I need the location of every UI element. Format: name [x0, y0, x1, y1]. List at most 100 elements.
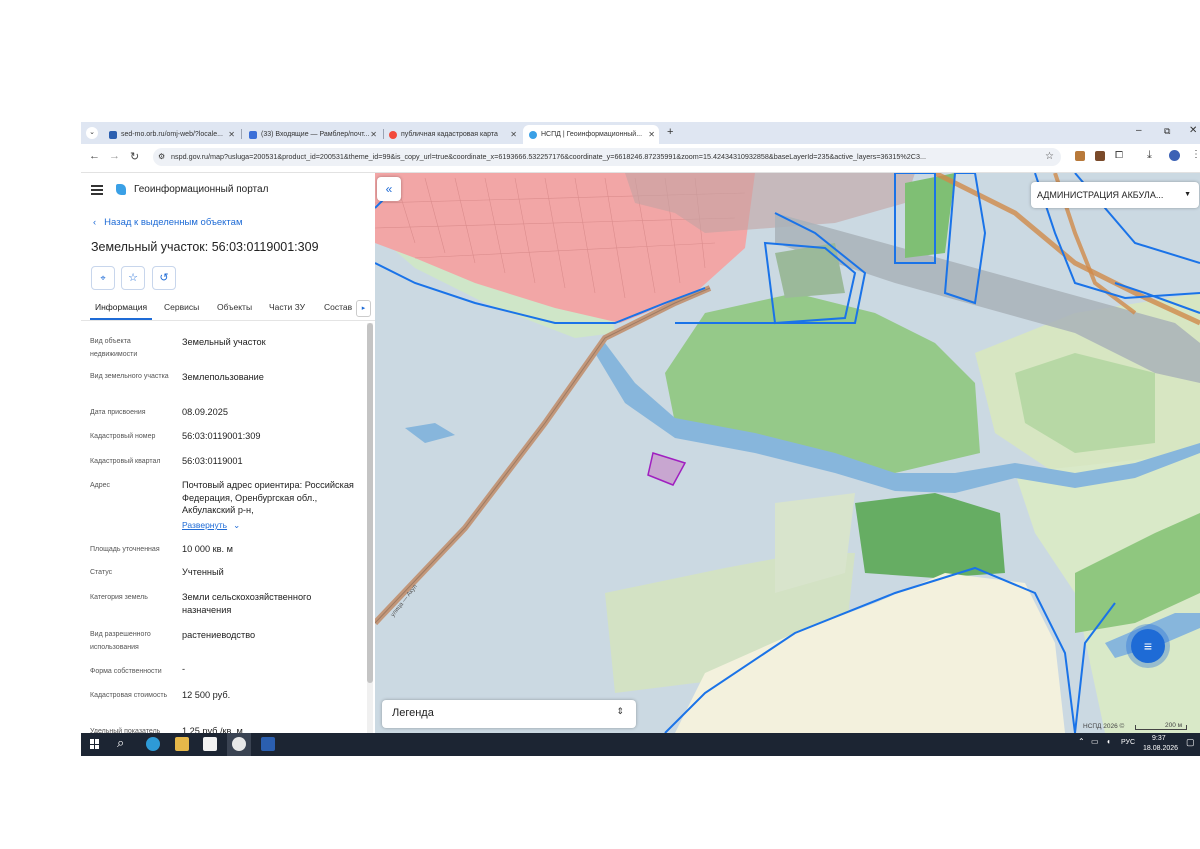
notification-icon[interactable]: ▢: [1186, 737, 1195, 748]
field-label: Дата присвоения: [90, 409, 146, 416]
field-label: Адрес: [90, 482, 111, 489]
close-icon[interactable]: ✕: [228, 130, 235, 139]
tab-parts[interactable]: Части ЗУ: [269, 302, 305, 312]
store-icon[interactable]: [203, 737, 217, 751]
field-label: Вид разрешенного использования: [90, 631, 151, 651]
locate-object-button[interactable]: ⌖: [91, 266, 115, 290]
profile-icon[interactable]: [1169, 150, 1180, 161]
caret-down-icon: ▼: [1184, 191, 1191, 198]
field-label: Статус: [90, 569, 113, 576]
windows-taskbar: ⌕ ⌃ ▭ ◖ РУС 9:37 18.08.2026 ▢: [81, 733, 1200, 756]
sort-arrows-icon: ⇕: [616, 706, 624, 716]
download-icon[interactable]: ⤓: [1147, 149, 1152, 162]
back-arrow-icon[interactable]: ←: [89, 150, 100, 162]
tab-information[interactable]: Информация: [95, 302, 147, 312]
field-value: Почтовый адрес ориентира: Российская Фед…: [182, 480, 354, 515]
map-graphics: [375, 173, 1200, 733]
admin-select[interactable]: АДМИНИСТРАЦИЯ АКБУЛА... ▼: [1031, 182, 1199, 208]
clock-date[interactable]: 18.08.2026: [1143, 745, 1178, 752]
scrollbar-thumb[interactable]: [367, 323, 373, 683]
field-value: 56:03:0119001:309: [182, 431, 261, 441]
chevron-left-icon: ‹: [93, 217, 97, 228]
browser-window: ⌄ sed-mo.orb.ru/omj-web/?locale... ✕ (33…: [81, 122, 1200, 756]
reload-icon[interactable]: ↻: [130, 150, 139, 163]
field-value: Земельный участок: [182, 337, 266, 347]
yandex-icon: [389, 130, 397, 139]
object-info-panel: Геоинформационный портал ‹ Назад к выделе…: [81, 173, 375, 733]
tab-search-button[interactable]: ⌄: [86, 127, 98, 139]
object-title: Земельный участок: 56:03:0119001:309: [91, 240, 319, 254]
field-value: 1,25 руб./кв. м: [182, 726, 243, 733]
tab-yandex-search[interactable]: публичная кадастровая карта ✕: [383, 125, 521, 144]
scrollbar-track[interactable]: [367, 323, 373, 733]
field-value: Земли сельскохозяйственного назначения: [182, 592, 312, 615]
language-indicator[interactable]: РУС: [1121, 739, 1135, 746]
tab-services[interactable]: Сервисы: [164, 302, 199, 312]
forest-area: [775, 243, 845, 298]
menu-dots-icon[interactable]: ⋮: [1191, 149, 1200, 160]
close-window-button[interactable]: ✕: [1189, 125, 1197, 136]
forward-arrow-icon[interactable]: →: [109, 150, 120, 162]
tab-rambler-mail[interactable]: (33) Входящие — Рамблер/почт... ✕: [243, 125, 381, 144]
site-info-icon[interactable]: ⚙: [158, 148, 165, 166]
chevron-down-icon: ⌄: [233, 520, 241, 530]
legend-dropdown[interactable]: Легенда ⇕: [382, 700, 636, 728]
restore-button[interactable]: ⧉: [1164, 126, 1170, 137]
close-icon[interactable]: ✕: [370, 130, 377, 139]
field-value: 56:03:0119001: [182, 456, 243, 466]
detail-tabs: Информация Сервисы Объекты Части ЗУ Сост…: [81, 296, 375, 321]
field-label: Кадастровый квартал: [90, 458, 161, 465]
volume-icon[interactable]: ◖: [1106, 737, 1111, 746]
field-label: Кадастровый номер: [90, 433, 156, 440]
field-label: Категория земель: [90, 594, 148, 601]
new-tab-button[interactable]: +: [667, 126, 673, 138]
tab-objects[interactable]: Объекты: [217, 302, 252, 312]
favorite-button[interactable]: ☆: [121, 266, 145, 290]
field-label: Площадь уточненная: [90, 546, 160, 553]
map-canvas[interactable]: улица — Акул « АДМИНИСТРАЦИЯ АКБУЛА... ▼…: [375, 173, 1200, 733]
field-value: Землепользование: [182, 372, 264, 382]
hamburger-icon[interactable]: [91, 185, 103, 195]
extension-icon[interactable]: [1095, 151, 1105, 161]
field-value: растениеводство: [182, 630, 256, 640]
legend-label: Легенда: [392, 707, 434, 719]
clock-time[interactable]: 9:37: [1152, 735, 1166, 742]
tab-composition[interactable]: Состав: [324, 302, 352, 312]
network-icon[interactable]: ▭: [1091, 737, 1099, 746]
mail-icon: [249, 130, 257, 139]
edge-icon[interactable]: [146, 737, 160, 751]
field-value: 10 000 кв. м: [182, 544, 233, 554]
close-icon[interactable]: ✕: [510, 130, 517, 139]
tab-sed-mo[interactable]: sed-mo.orb.ru/omj-web/?locale... ✕: [103, 125, 239, 144]
chrome-taskbar-item[interactable]: [227, 733, 251, 756]
minimize-button[interactable]: –: [1136, 125, 1142, 136]
portal-logo-icon: [116, 184, 126, 195]
url-input[interactable]: ⚙ nspd.gov.ru/map?usluga=200531&product_…: [153, 148, 1061, 166]
field-label: Удельный показатель: [90, 728, 161, 733]
tab-nspd[interactable]: НСПД | Геоинформационный... ✕: [523, 125, 659, 144]
puzzle-icon[interactable]: ⧠: [1115, 150, 1123, 161]
field-value: -: [182, 664, 186, 674]
field-label: Вид земельного участка: [90, 373, 169, 380]
field-label: Кадастровая стоимость: [90, 692, 168, 699]
search-icon[interactable]: ⌕: [117, 735, 124, 751]
field-value: 08.09.2025: [182, 407, 228, 417]
bookmark-star-icon[interactable]: ☆: [1045, 151, 1054, 162]
tabs-scroll-right-button[interactable]: ▸: [356, 300, 371, 317]
tray-expand-icon[interactable]: ⌃: [1078, 737, 1085, 746]
nspd-icon: [529, 130, 537, 139]
assistant-chat-button[interactable]: ≡: [1131, 629, 1165, 663]
history-button[interactable]: ↺: [152, 266, 176, 290]
windows-start-icon[interactable]: [90, 739, 100, 749]
expand-link[interactable]: Развернуть ⌄: [182, 520, 240, 531]
field-label: Вид объекта недвижимости: [90, 338, 138, 358]
file-explorer-icon[interactable]: [175, 737, 189, 751]
tab-bar: ⌄ sed-mo.orb.ru/omj-web/?locale... ✕ (33…: [81, 122, 1200, 144]
back-link[interactable]: ‹ Назад к выделенным объектам: [93, 217, 242, 228]
word-icon[interactable]: [261, 737, 275, 751]
document-icon: [109, 130, 117, 139]
close-icon[interactable]: ✕: [648, 130, 655, 139]
collapse-panel-button[interactable]: «: [377, 177, 401, 201]
attribution: НСПД 2026 ©: [1083, 723, 1125, 730]
extension-icon[interactable]: [1075, 151, 1085, 161]
